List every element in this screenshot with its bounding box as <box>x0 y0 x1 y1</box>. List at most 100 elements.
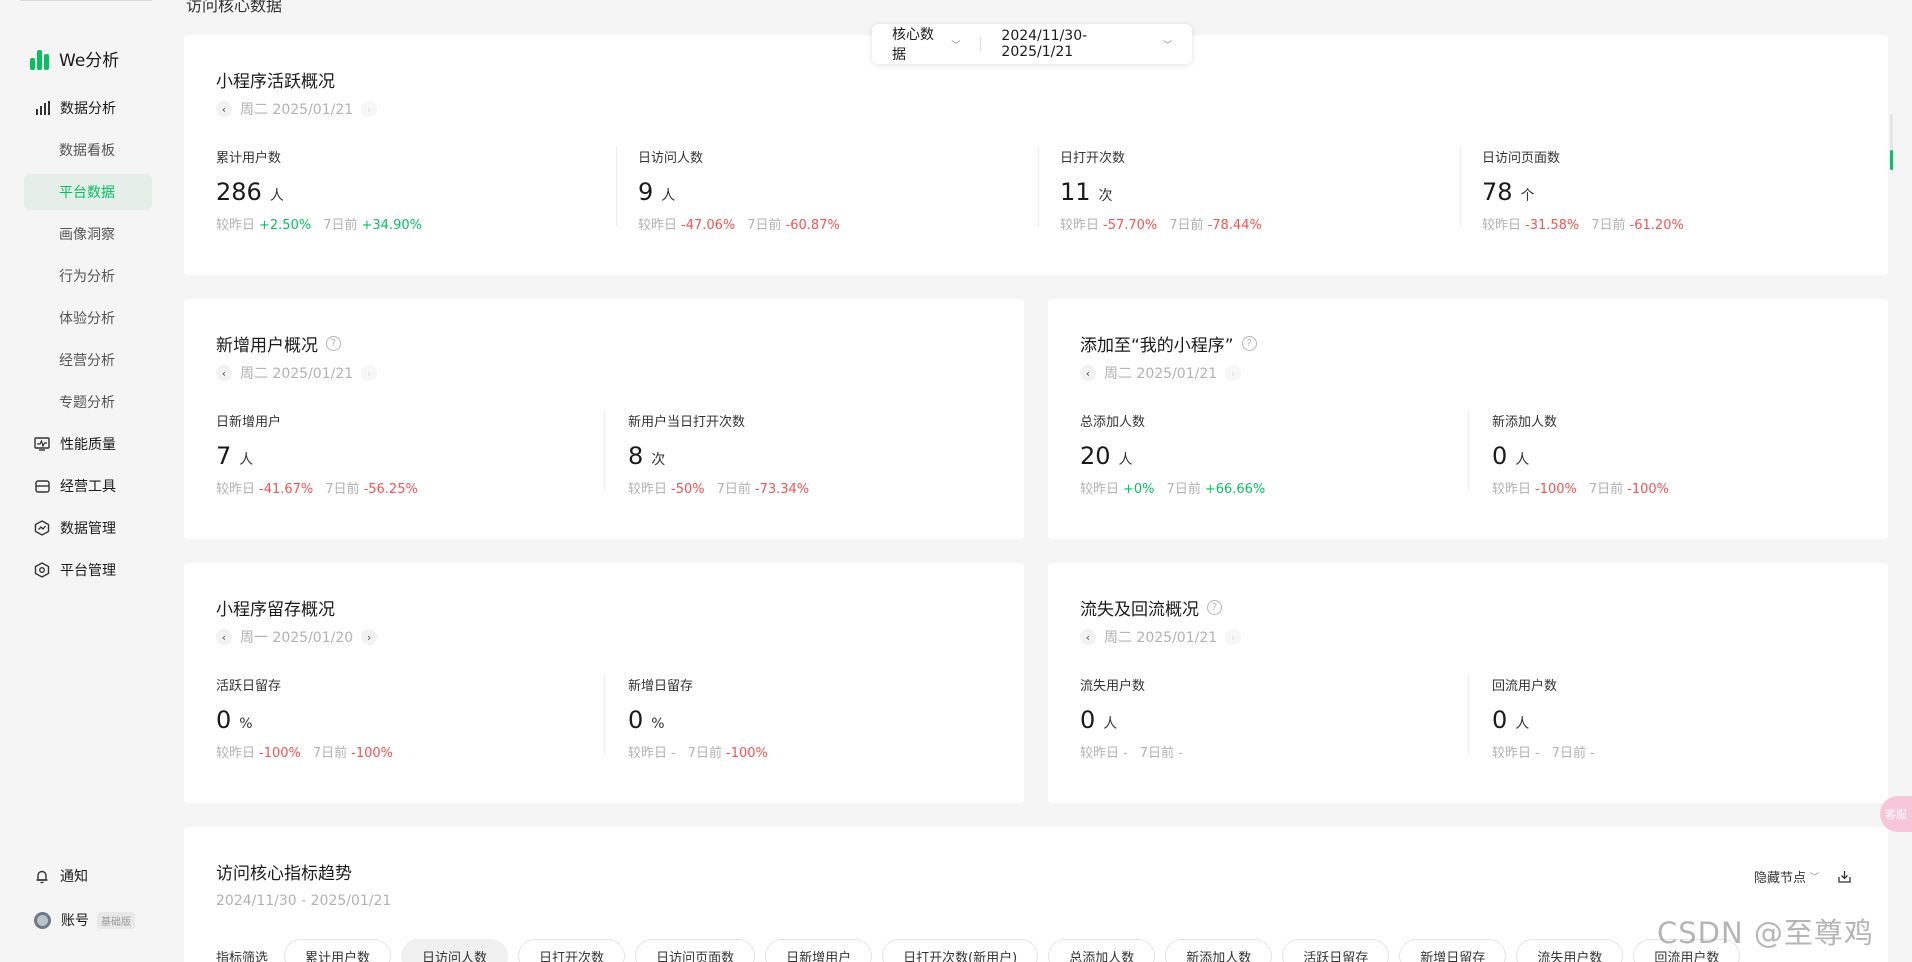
prev-date-button[interactable]: ‹ <box>216 629 232 645</box>
cmp-week-value: +34.90% <box>361 218 422 233</box>
cmp-week-value: -61.20% <box>1629 218 1684 233</box>
sidebar-item-platform-management[interactable]: 平台管理 <box>24 552 152 588</box>
chip-new-adds[interactable]: 新添加人数 <box>1165 939 1273 962</box>
metric-unit: 人 <box>661 188 676 204</box>
metric-daily-pages: 日访问页面数 78 个 较昨日 -31.58% 7日前 -61.20% <box>1482 147 1696 233</box>
cmp-label: 7日前 <box>1591 218 1626 233</box>
sidebar-sub-topics[interactable]: 专题分析 <box>24 384 152 420</box>
chip-churned-users[interactable]: 流失用户数 <box>1516 939 1624 962</box>
trend-card: 访问核心指标趋势 2024/11/30 - 2025/01/21 隐藏节点 ﹀ 指… <box>184 827 1888 962</box>
metric-label: 回流用户数 <box>1492 679 1558 694</box>
chip-daily-new-users[interactable]: 日新增用户 <box>765 939 873 962</box>
cmp-day-value: -57.70% <box>1103 218 1158 233</box>
next-date-button[interactable]: › <box>361 365 378 381</box>
metric-total-adds: 总添加人数 20 人 较昨日 +0% 7日前 +66.66% <box>1080 411 1277 497</box>
sidebar-sub-portrait[interactable]: 画像洞察 <box>24 216 152 252</box>
data-type-dropdown[interactable]: 核心数据 ﹀ <box>872 24 980 64</box>
help-icon[interactable]: ? <box>1207 600 1222 615</box>
chip-active-retention[interactable]: 活跃日留存 <box>1282 939 1390 962</box>
metric-comparison: 较昨日 -7日前 - <box>1080 742 1195 761</box>
cmp-label: 较昨日 <box>628 746 668 761</box>
sidebar-sub-operations[interactable]: 经营分析 <box>24 342 152 378</box>
metric-label: 总添加人数 <box>1080 415 1146 430</box>
metric-new-adds: 新添加人数 0人 较昨日 -100% 7日前 -100% <box>1492 411 1681 497</box>
cmp-week-value: -100% <box>351 746 394 761</box>
sidebar-sub-experience[interactable]: 体验分析 <box>24 300 152 336</box>
date-label: 周二 2025/01/21 <box>240 366 354 382</box>
sidebar-sub-platform-data[interactable]: 平台数据 <box>24 174 152 210</box>
hide-nodes-label: 隐藏节点 <box>1753 871 1806 886</box>
metric-label: 累计用户数 <box>216 151 282 166</box>
help-icon[interactable]: ? <box>326 336 341 351</box>
cmp-label: 7日前 <box>312 746 348 761</box>
bell-icon <box>34 868 50 884</box>
sidebar-item-data-management[interactable]: 数据管理 <box>24 510 152 546</box>
chip-total-users[interactable]: 累计用户数 <box>284 939 392 962</box>
next-date-button[interactable]: › <box>361 629 378 645</box>
card-title-text: 小程序活跃概况 <box>216 72 335 92</box>
cmp-label: 较昨日 <box>216 482 256 497</box>
cmp-day-value: -41.67% <box>259 482 314 497</box>
download-button[interactable] <box>1837 869 1852 884</box>
scroll-thumb[interactable] <box>1890 150 1893 170</box>
sidebar-divider <box>20 0 152 1</box>
chip-new-user-opens[interactable]: 日打开次数(新用户) <box>882 939 1039 962</box>
cmp-day-value: +2.50% <box>259 218 312 233</box>
cmp-day-value: -100% <box>259 746 301 761</box>
sidebar-item-business-tools[interactable]: 经营工具 <box>24 468 152 504</box>
cmp-label: 较昨日 <box>216 746 256 761</box>
next-date-button[interactable]: › <box>1225 629 1242 645</box>
metric-unit: 人 <box>239 452 254 468</box>
sidebar-sub-behavior[interactable]: 行为分析 <box>24 258 152 294</box>
metric-active-retention: 活跃日留存 0% 较昨日 -100% 7日前 -100% <box>216 675 405 761</box>
date-navigator: ‹ 周二 2025/01/21 › <box>1080 363 1242 383</box>
chip-daily-visitors[interactable]: 日访问人数 <box>401 939 509 962</box>
sidebar-item-notify[interactable]: 通知 <box>24 858 152 894</box>
cmp-day-value: -47.06% <box>681 218 736 233</box>
hide-nodes-dropdown[interactable]: 隐藏节点 ﹀ <box>1754 867 1819 886</box>
sidebar-item-data-analysis[interactable]: 数据分析 <box>24 90 152 126</box>
metric-comparison: 较昨日 +2.50% 7日前 +34.90% <box>216 214 434 233</box>
chevron-down-icon: ﹀ <box>1162 40 1172 51</box>
card-title: 小程序留存概况 <box>216 595 335 620</box>
chip-daily-pages[interactable]: 日访问页面数 <box>635 939 756 962</box>
help-icon[interactable]: ? <box>1241 336 1257 351</box>
prev-date-button[interactable]: ‹ <box>216 101 232 117</box>
sidebar: We分析 数据分析 数据看板 平台数据 画像洞察 行为分析 体验分析 经营分析 … <box>0 0 166 962</box>
metric-comparison: 较昨日 -50% 7日前 -73.34% <box>628 478 821 497</box>
next-date-button[interactable]: › <box>1225 365 1242 381</box>
main-content: 访问核心数据 小程序活跃概况 ‹ 周二 2025/01/21 › 累计用户数 2… <box>166 0 1912 962</box>
card-title: 添加至“我的小程序”? <box>1080 331 1257 356</box>
chip-new-retention[interactable]: 新增日留存 <box>1399 939 1507 962</box>
chip-total-adds[interactable]: 总添加人数 <box>1048 939 1156 962</box>
metric-returning-users: 回流用户数 0人 较昨日 -7日前 - <box>1492 675 1607 761</box>
logo[interactable]: We分析 <box>30 46 119 71</box>
cmp-label: 7日前 <box>1551 746 1586 761</box>
divider <box>616 147 617 227</box>
retention-card: 小程序留存概况 ‹ 周一 2025/01/20 › 活跃日留存 0% 较昨日 -1… <box>184 563 1024 803</box>
metric-value: 78 个 <box>1482 178 1696 206</box>
sidebar-item-account[interactable]: 账号 基础版 <box>24 902 152 938</box>
cmp-week-value: - <box>1590 746 1595 761</box>
sidebar-item-performance[interactable]: 性能质量 <box>24 426 152 462</box>
divider <box>604 411 605 491</box>
date-range-picker[interactable]: 2024/11/30- 2025/1/21 ﹀ <box>981 24 1192 64</box>
customer-service-float-button[interactable]: 客服 <box>1880 796 1912 832</box>
next-date-button[interactable]: › <box>361 101 378 117</box>
cmp-label: 较昨日 <box>1482 218 1522 233</box>
cmp-day-value: -31.58% <box>1525 218 1580 233</box>
bar-chart-icon <box>34 100 50 116</box>
cmp-label: 7日前 <box>687 746 722 761</box>
metric-unit: 人 <box>1118 452 1133 468</box>
metric-value: 0人 <box>1492 442 1681 470</box>
cmp-label: 较昨日 <box>1080 482 1120 497</box>
chip-daily-opens[interactable]: 日打开次数 <box>518 939 626 962</box>
divider <box>1460 147 1461 227</box>
prev-date-button[interactable]: ‹ <box>216 365 232 381</box>
cmp-label: 较昨日 <box>638 218 678 233</box>
sidebar-sub-dashboard[interactable]: 数据看板 <box>24 132 152 168</box>
card-title-text: 添加至“我的小程序” <box>1080 336 1234 356</box>
prev-date-button[interactable]: ‹ <box>1080 365 1096 381</box>
metric-unit: % <box>651 716 665 732</box>
prev-date-button[interactable]: ‹ <box>1080 629 1096 645</box>
